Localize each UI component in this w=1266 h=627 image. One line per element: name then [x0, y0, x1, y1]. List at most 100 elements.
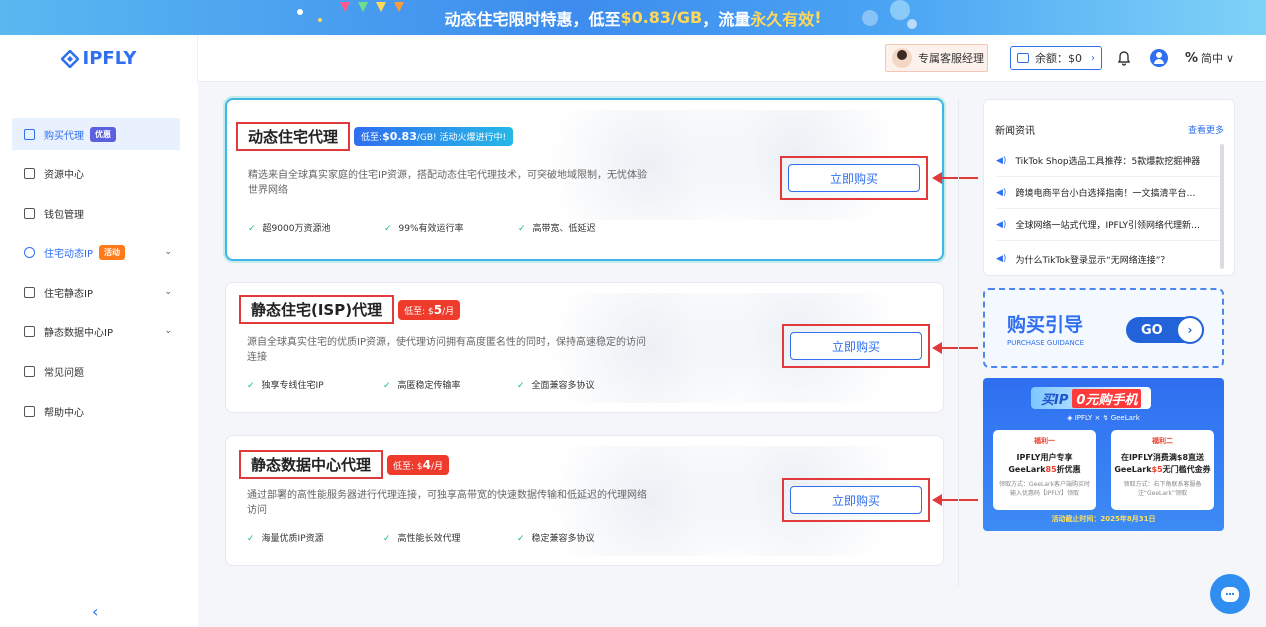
feature-item: ✓ 高性能长效代理 — [383, 531, 517, 544]
account-manager-button[interactable]: 专属客服经理 — [885, 44, 988, 72]
geelark-promo-banner[interactable]: 买IP 0元购手机 ◈ IPFLY × ↯ GeeLark 福利一 IPFLY用户… — [983, 378, 1224, 531]
banner-highlight: 永久有效 — [750, 9, 815, 29]
annotation-arrow — [932, 494, 978, 506]
translate-icon: % — [1185, 50, 1199, 66]
user-avatar-icon[interactable] — [1150, 49, 1168, 67]
logo[interactable]: IPFLY — [0, 35, 198, 82]
bubbles-decoration — [862, 0, 917, 29]
balance-label: 余额：$0 — [1035, 52, 1082, 65]
sidebar-item-static-residential[interactable]: 住宅静态IP ⌄ — [12, 276, 180, 308]
feature-label: 全面兼容多协议 — [531, 381, 595, 391]
product-description: 源自全球真实住宅的优质IP资源，使代理访问拥有高度匿名性的同时，保持高速稳定的访… — [247, 337, 646, 363]
check-icon: ✓ — [247, 534, 255, 544]
question-icon — [24, 365, 35, 377]
feature-item: ✓ 高带宽、低延迟 — [518, 221, 596, 234]
ipfly-logo-icon — [60, 49, 79, 68]
product-title-row: 静态数据中心代理 低至: $4/月 — [239, 450, 450, 479]
news-item-label: 全球网络一站式代理，IPFLY引领网络代理新… — [1015, 221, 1201, 231]
sidebar-item-faq[interactable]: 常见问题 — [12, 355, 180, 387]
check-icon: ✓ — [247, 381, 255, 391]
promo-banner[interactable]: 动态住宅限时特惠，低至 $0.83/GB ，流量 永久有效! — [0, 0, 1266, 35]
product-title-row: 动态住宅代理 低至:$0.83/GB! 活动火爆进行中! — [236, 122, 514, 151]
sidebar-item-wallet[interactable]: 钱包管理 — [12, 197, 180, 229]
check-icon: ✓ — [248, 224, 256, 234]
welfare-note: 领取方式：右下角联系客服备注“GeeLark”领取 — [1123, 481, 1202, 497]
promo-brands: ◈ IPFLY × ↯ GeeLark — [1067, 414, 1140, 422]
speaker-icon: ◀) — [996, 254, 1007, 264]
price-badge: 低至:$0.83/GB! 活动火爆进行中! — [354, 127, 514, 146]
badge-price: 4 — [422, 457, 431, 472]
promo-head: 买IP — [1041, 392, 1069, 408]
language-selector[interactable]: % 简中 ∨ — [1185, 50, 1234, 66]
sidebar-item-label: 资源中心 — [44, 169, 84, 181]
scrollbar[interactable] — [1220, 144, 1224, 269]
purchase-guide-card[interactable]: 购买引导 PURCHASE GUIDANCE GO › — [983, 288, 1224, 368]
wallet-icon — [24, 207, 35, 219]
check-icon: ✓ — [384, 224, 392, 234]
sidebar-item-resources[interactable]: 资源中心 — [12, 157, 180, 189]
promo-headline: 买IP 0元购手机 — [1031, 387, 1152, 409]
collapse-sidebar-icon[interactable]: ‹ — [92, 602, 98, 621]
welfare-line: GeeLark — [1114, 465, 1152, 474]
arrow-right-icon: › — [1176, 316, 1204, 344]
news-panel: 新闻资讯 查看更多 ◀) TikTok Shop选品工具推荐：5款爆款挖掘神器 ◀… — [983, 99, 1235, 276]
news-item[interactable]: ◀) TikTok Shop选品工具推荐：5款爆款挖掘神器 — [996, 145, 1221, 177]
welfare-main: IPFLY用户专享 GeeLark85折优惠 — [993, 452, 1096, 476]
sidebar-item-dynamic-residential[interactable]: 住宅动态IP 活动 ⌄ — [12, 236, 180, 268]
news-item-label: TikTok Shop选品工具推荐：5款爆款挖掘神器 — [1015, 157, 1201, 167]
sidebar-item-label: 钱包管理 — [44, 209, 84, 221]
promo-card-2: 福利二 在IPFLY消费满$8直送 GeeLark$5无门槛代金券 领取方式：右下… — [1111, 430, 1214, 510]
feature-item: ✓ 海量优质IP资源 — [247, 531, 383, 544]
confetti-decoration — [297, 2, 404, 22]
chat-bubble-icon — [1221, 586, 1239, 602]
welfare-note: 领取方式：GeeLark客户端购买时输入优惠码【IPFLY】领取 — [999, 481, 1090, 497]
feature-list: ✓ 海量优质IP资源 ✓ 高性能长效代理 ✓ 稳定兼容多协议 — [247, 531, 595, 544]
chevron-down-icon: ⌄ — [164, 287, 172, 297]
feature-item: ✓ 稳定兼容多协议 — [517, 531, 595, 544]
feature-label: 海量优质IP资源 — [261, 534, 324, 544]
welfare-highlight: 85 — [1045, 465, 1057, 474]
book-icon — [24, 405, 35, 417]
promo-card-1: 福利一 IPFLY用户专享 GeeLark85折优惠 领取方式：GeeLark客户… — [993, 430, 1096, 510]
view-more-link[interactable]: 查看更多 — [1188, 123, 1224, 136]
cart-icon — [24, 128, 35, 140]
welfare-line: 折优惠 — [1056, 465, 1081, 474]
buy-static-isp-button[interactable]: 立即购买 — [790, 332, 922, 360]
news-item[interactable]: ◀) 为什么TikTok登录显示“无网络连接”？ — [996, 243, 1221, 275]
banner-text: 动态住宅限时特惠，低至 — [444, 9, 621, 29]
sidebar-item-label: 静态数据中心IP — [44, 327, 113, 339]
sidebar-item-buy-proxy[interactable]: 购买代理 优惠 — [12, 118, 180, 150]
annotation-arrow — [932, 342, 978, 354]
badge-price: 5 — [433, 302, 443, 317]
sidebar-item-label: 常见问题 — [44, 367, 84, 379]
chevron-right-icon: › — [1091, 52, 1095, 64]
welfare-line: GeeLark — [1008, 465, 1046, 474]
sidebar-item-static-datacenter[interactable]: 静态数据中心IP ⌄ — [12, 315, 180, 347]
check-icon: ✓ — [518, 224, 526, 234]
go-button[interactable]: GO › — [1126, 316, 1204, 344]
badge-price: $0.83 — [382, 130, 417, 143]
wallet-icon — [1017, 53, 1029, 63]
buy-dynamic-residential-button[interactable]: 立即购买 — [788, 164, 920, 192]
buy-static-datacenter-button[interactable]: 立即购买 — [790, 486, 922, 514]
bell-icon[interactable] — [1116, 50, 1132, 66]
sidebar-item-label: 帮助中心 — [44, 407, 84, 419]
chat-support-button[interactable] — [1210, 574, 1250, 614]
news-item[interactable]: ◀) 全球网络一站式代理，IPFLY引领网络代理新… — [996, 209, 1221, 241]
home-icon — [24, 286, 35, 298]
feature-item: ✓ 高匿稳定传输率 — [383, 378, 517, 391]
banner-suffix: ! — [814, 8, 822, 27]
feature-label: 高匿稳定传输率 — [397, 381, 461, 391]
product-title: 静态住宅(ISP)代理 — [239, 295, 395, 324]
event-tag: 活动 — [98, 244, 125, 260]
news-item[interactable]: ◀) 跨境电商平台小白选择指南！一文搞清平台… — [996, 177, 1221, 209]
sidebar-item-label: 住宅动态IP — [44, 248, 93, 260]
guide-title: 购买引导 — [1007, 314, 1084, 336]
news-item-label: 为什么TikTok登录显示“无网络连接”？ — [1015, 255, 1170, 266]
sidebar-item-help[interactable]: 帮助中心 — [12, 395, 180, 427]
price-badge: 低至: $5/月 — [398, 299, 461, 320]
balance-button[interactable]: 余额：$0 › — [1010, 46, 1102, 70]
chevron-down-icon: ∨ — [1226, 51, 1235, 65]
product-title: 静态数据中心代理 — [239, 450, 384, 479]
check-icon: ✓ — [383, 381, 391, 391]
